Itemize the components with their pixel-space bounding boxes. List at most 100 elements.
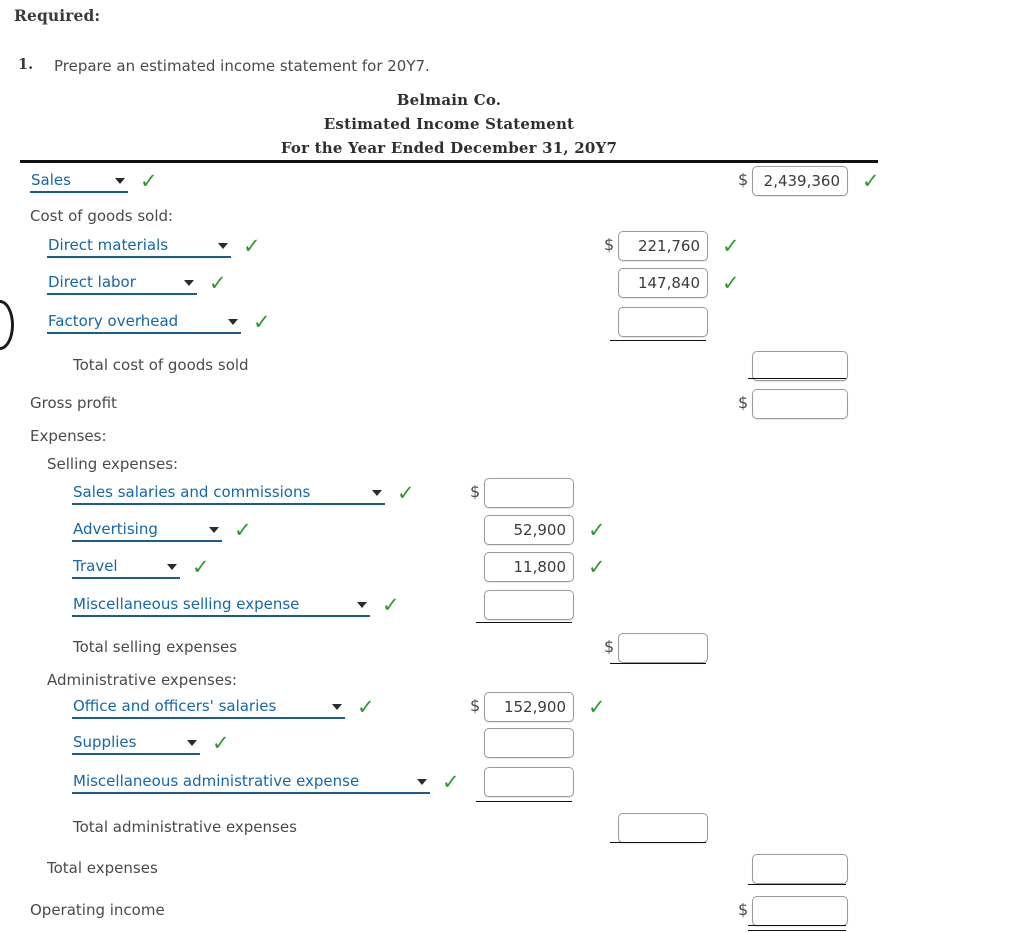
account-select-label: Direct materials (48, 236, 169, 254)
amount-input-total-cost-of-goods-sold[interactable] (752, 351, 848, 381)
row-label-operating-income: Operating income (30, 901, 165, 919)
amount-input-gross-profit[interactable] (752, 389, 848, 419)
correct-check-icon-travel: ✓ (192, 555, 210, 579)
correct-check-icon-sales-salaries-and-commissions: ✓ (397, 481, 415, 505)
statement-top-rule (20, 160, 878, 163)
correct-check-icon-direct-materials: ✓ (243, 234, 261, 258)
chevron-down-icon (187, 740, 197, 746)
account-select-factory-overhead[interactable]: Factory overhead (47, 311, 241, 334)
amount-input-total-expenses[interactable] (752, 854, 848, 884)
row-label-total-cost-of-goods-sold: Total cost of goods sold (73, 356, 249, 374)
correct-check-icon-factory-overhead: ✓ (253, 310, 271, 334)
amount-input-total-selling-expenses[interactable] (618, 633, 708, 663)
dollar-sign-office-and-officers-salaries: $ (470, 696, 481, 715)
rule-total-cogs (748, 378, 846, 379)
account-select-miscellaneous-selling-expense[interactable]: Miscellaneous selling expense (72, 594, 370, 617)
dollar-sign-total-selling-expenses: $ (604, 637, 615, 656)
account-select-direct-labor[interactable]: Direct labor (47, 272, 197, 295)
correct-check-icon-supplies: ✓ (212, 731, 230, 755)
account-select-label: Miscellaneous administrative expense (73, 772, 360, 790)
amount-input-miscellaneous-selling-expense[interactable] (484, 590, 574, 620)
dollar-sign-sales-salaries-and-commissions: $ (470, 482, 481, 501)
statement-company-name: Belmain Co. (396, 91, 502, 109)
amount-input-miscellaneous-administrative-expense[interactable] (484, 767, 574, 797)
amount-input-sales[interactable] (752, 166, 848, 196)
account-select-miscellaneous-administrative-expense[interactable]: Miscellaneous administrative expense (72, 771, 430, 794)
account-select-travel[interactable]: Travel (72, 556, 180, 579)
dollar-sign-gross-profit: $ (738, 393, 749, 412)
account-select-label: Advertising (73, 520, 158, 538)
amount-input-office-and-officers-salaries[interactable] (484, 692, 574, 722)
correct-check-icon-direct-labor: ✓ (209, 271, 227, 295)
account-select-label: Sales salaries and commissions (73, 483, 311, 501)
correct-check-icon-office-and-officers-salaries: ✓ (357, 695, 375, 719)
correct-check-icon-amount-office-and-officers-salaries: ✓ (588, 695, 606, 719)
correct-check-icon-amount-direct-labor: ✓ (722, 271, 740, 295)
account-select-label: Supplies (73, 733, 137, 751)
account-select-label: Direct labor (48, 273, 136, 291)
account-select-label: Sales (31, 171, 71, 189)
statement-title: Estimated Income Statement (323, 115, 575, 133)
rule-total-expenses (748, 884, 846, 885)
correct-check-icon-sales: ✓ (140, 169, 158, 193)
row-label-expenses-header: Expenses: (30, 427, 107, 445)
correct-check-icon-advertising: ✓ (234, 518, 252, 542)
rule-cogs-subtotal (610, 340, 706, 341)
correct-check-icon-miscellaneous-administrative-expense: ✓ (442, 770, 460, 794)
correct-check-icon-amount-advertising: ✓ (588, 518, 606, 542)
account-select-supplies[interactable]: Supplies (72, 732, 200, 755)
row-label-total-selling-expenses: Total selling expenses (73, 638, 238, 656)
amount-input-total-administrative-expenses[interactable] (618, 813, 708, 843)
correct-check-icon-amount-travel: ✓ (588, 555, 606, 579)
account-select-advertising[interactable]: Advertising (72, 519, 222, 542)
amount-input-advertising[interactable] (484, 515, 574, 545)
account-select-label: Office and officers' salaries (73, 697, 277, 715)
page-edge-artifact (0, 300, 14, 350)
account-select-sales-salaries-and-commissions[interactable]: Sales salaries and commissions (72, 482, 385, 505)
account-select-direct-materials[interactable]: Direct materials (47, 235, 231, 258)
correct-check-icon-amount-sales: ✓ (862, 169, 880, 193)
chevron-down-icon (115, 178, 125, 184)
amount-input-travel[interactable] (484, 552, 574, 582)
amount-input-direct-materials[interactable] (618, 231, 708, 261)
correct-check-icon-miscellaneous-selling-expense: ✓ (382, 593, 400, 617)
rule-operating-income (748, 925, 846, 931)
amount-input-factory-overhead[interactable] (618, 307, 708, 337)
requirement-number: 1. (18, 56, 34, 73)
dollar-sign-direct-materials: $ (604, 235, 615, 254)
chevron-down-icon (332, 704, 342, 710)
rule-total-selling (610, 663, 706, 664)
row-label-selling-expenses-header: Selling expenses: (47, 455, 179, 473)
dollar-sign-sales: $ (738, 170, 749, 189)
amount-input-direct-labor[interactable] (618, 268, 708, 298)
chevron-down-icon (357, 602, 367, 608)
row-label-gross-profit: Gross profit (30, 394, 117, 412)
chevron-down-icon (209, 527, 219, 533)
account-select-label: Miscellaneous selling expense (73, 595, 300, 613)
row-label-total-expenses: Total expenses (47, 859, 158, 877)
amount-input-operating-income[interactable] (752, 896, 848, 926)
account-select-office-and-officers-salaries[interactable]: Office and officers' salaries (72, 696, 345, 719)
account-select-label: Factory overhead (48, 312, 179, 330)
amount-input-sales-salaries-and-commissions[interactable] (484, 478, 574, 508)
rule-selling-subtotal (476, 622, 572, 623)
row-label-total-administrative-expenses: Total administrative expenses (73, 818, 297, 836)
rule-total-admin (610, 842, 706, 843)
chevron-down-icon (184, 280, 194, 286)
row-label-administrative-expenses-header: Administrative expenses: (47, 671, 237, 689)
dollar-sign-operating-income: $ (738, 900, 749, 919)
chevron-down-icon (167, 564, 177, 570)
statement-period: For the Year Ended December 31, 20Y7 (280, 139, 618, 157)
chevron-down-icon (372, 490, 382, 496)
chevron-down-icon (417, 779, 427, 785)
requirement-text: Prepare an estimated income statement fo… (54, 57, 430, 75)
chevron-down-icon (218, 243, 228, 249)
account-select-sales[interactable]: Sales (30, 170, 128, 193)
rule-admin-subtotal (476, 801, 572, 802)
required-heading: Required: (14, 6, 101, 25)
correct-check-icon-amount-direct-materials: ✓ (722, 234, 740, 258)
chevron-down-icon (228, 319, 238, 325)
row-label-cost-of-goods-sold-header: Cost of goods sold: (30, 207, 174, 225)
account-select-label: Travel (73, 557, 118, 575)
amount-input-supplies[interactable] (484, 728, 574, 758)
